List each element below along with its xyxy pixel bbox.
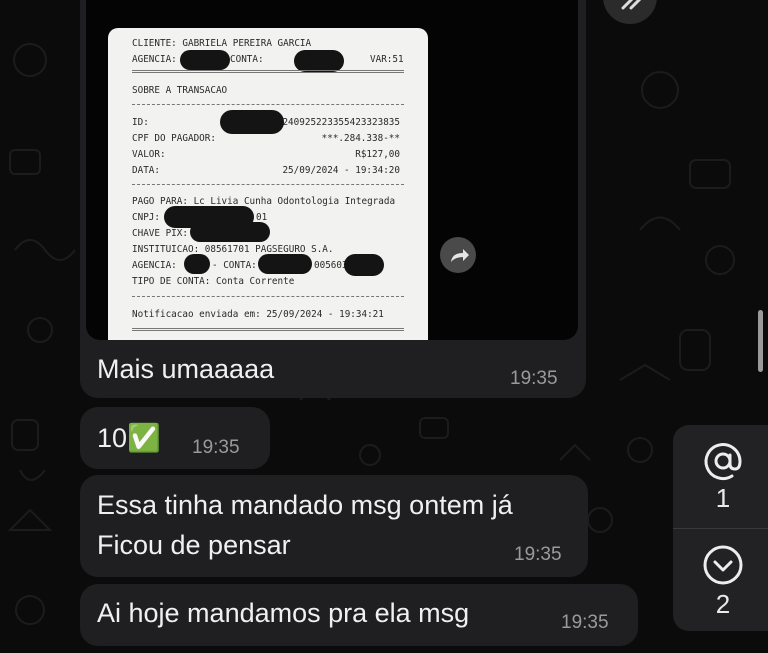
receipt-cpf-value: ***.284.338-** [321, 133, 400, 144]
receipt-chave-pix-label: CHAVE PIX: [132, 228, 188, 239]
share-button[interactable] [440, 237, 476, 273]
receipt-var: VAR:51 [370, 54, 404, 65]
scrollbar[interactable] [758, 310, 763, 372]
receipt-section-title: SOBRE A TRANSACAO [132, 85, 228, 96]
receipt-tipo-conta: TIPO DE CONTA: Conta Corrente [132, 276, 295, 287]
message-text-line1: Essa tinha mandado msg ontem já [97, 490, 513, 520]
forward-button-top[interactable] [603, 0, 657, 24]
receipt-id-value: 240925223355423323835 [282, 117, 400, 128]
unread-count: 2 [715, 589, 731, 619]
chevron-down-icon [703, 545, 743, 585]
message-text: Ai hoje mandamos pra ela msg [97, 598, 470, 628]
message-time: 19:35 [561, 612, 609, 633]
at-sign-icon [704, 443, 742, 481]
message-time: 19:35 [510, 368, 558, 389]
receipt-conta2-partial: 005603 [314, 260, 348, 271]
receipt-cpf-label: CPF DO PAGADOR: [132, 133, 216, 144]
receipt-conta2-label: - CONTA: [212, 260, 257, 271]
receipt-agencia2-label: AGENCIA: [132, 260, 177, 271]
receipt-image[interactable]: CLIENTE: GABRIELA PEREIRA GARCIA AGENCIA… [86, 0, 578, 340]
message-time: 19:35 [514, 544, 562, 565]
message-text-line2: Ficou de pensar [97, 530, 291, 560]
jump-panel: 1 2 [673, 425, 768, 631]
mentions-button[interactable]: 1 [673, 425, 768, 528]
mentions-count: 1 [715, 483, 731, 513]
message-text: Mais umaaaaa [97, 354, 275, 384]
receipt-cnpj-label: CNPJ: [132, 212, 160, 223]
receipt-agencia-label: AGENCIA: [132, 54, 177, 65]
receipt-valor-value: R$127,00 [355, 149, 400, 160]
receipt-data-value: 25/09/2024 - 19:34:20 [282, 165, 400, 176]
pix-receipt: CLIENTE: GABRIELA PEREIRA GARCIA AGENCIA… [108, 28, 428, 340]
receipt-valor-label: VALOR: [132, 149, 166, 160]
forward-icon [621, 0, 642, 10]
scroll-to-bottom-button[interactable]: 2 [673, 529, 768, 631]
receipt-data-label: DATA: [132, 165, 160, 176]
receipt-notificacao: Notificacao enviada em: 25/09/2024 - 19:… [132, 309, 384, 320]
message-text: 10✅ [97, 423, 161, 453]
receipt-conta-label: CONTA: [230, 54, 264, 65]
receipt-id-label: ID: [132, 117, 149, 128]
share-arrow-icon [451, 249, 469, 262]
message-time: 19:35 [192, 437, 240, 458]
receipt-cliente: CLIENTE: GABRIELA PEREIRA GARCIA [132, 38, 312, 49]
